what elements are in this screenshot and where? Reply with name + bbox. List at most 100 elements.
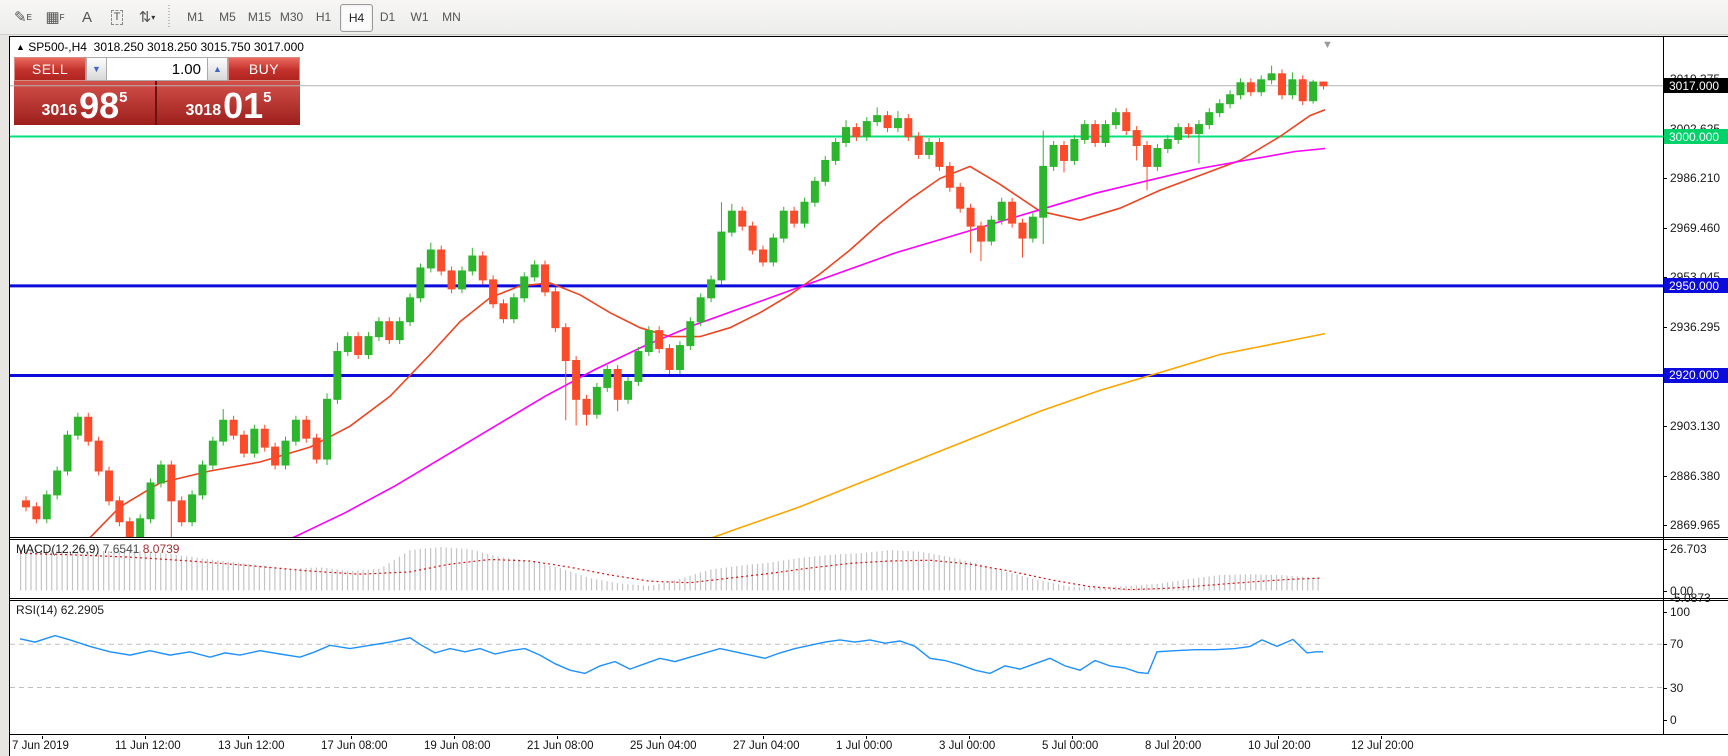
time-axis-label: 13 Jun 12:00 (218, 740, 285, 752)
time-axis-label: 10 Jul 20:00 (1248, 740, 1311, 752)
candle-body (116, 501, 123, 522)
candle-body (85, 417, 92, 441)
candle-body (1278, 74, 1285, 95)
candle-body (1050, 146, 1057, 167)
toolbar-grip[interactable] (168, 5, 173, 29)
candle-body (697, 298, 704, 322)
timeframe-button-h4[interactable]: H4 (340, 4, 373, 32)
candle-body (946, 166, 953, 187)
time-axis-label: 3 Jul 00:00 (939, 740, 995, 752)
time-axis-tick (969, 736, 970, 739)
candle-body (240, 435, 247, 453)
timeframe-button-m15[interactable]: M15 (244, 4, 275, 30)
candle-body (54, 471, 61, 495)
candle-body (365, 337, 372, 355)
candle-body (1258, 80, 1265, 92)
candle-body (1185, 128, 1192, 134)
candle-body (635, 352, 642, 382)
chart-window[interactable]: ▲ SP500-,H4 3018.250 3018.250 3015.750 3… (9, 36, 1728, 756)
time-axis-label: 17 Jun 08:00 (321, 740, 388, 752)
time-axis-label: 11 Jun 12:00 (115, 740, 181, 752)
candle-body (531, 265, 538, 277)
candle-body (1237, 83, 1244, 95)
time-axis-label: 1 Jul 00:00 (836, 740, 892, 752)
time-axis-tick (866, 736, 867, 739)
candle-body (1123, 113, 1130, 131)
timeframe-button-w1[interactable]: W1 (404, 4, 435, 30)
price-axis-label: 2986.210 (1670, 171, 1728, 185)
candle-body (625, 381, 632, 399)
candle-body (386, 322, 393, 340)
candle-body (64, 435, 71, 471)
candle-body (147, 483, 154, 519)
pane-separator[interactable] (10, 537, 1728, 538)
macd-pane[interactable] (10, 540, 1663, 598)
price-pane[interactable] (10, 38, 1663, 537)
candle-body (977, 226, 984, 241)
candle-body (1019, 223, 1026, 238)
timeframe-button-m30[interactable]: M30 (276, 4, 307, 30)
candle-body (1310, 82, 1317, 101)
rsi-axis-label: 30 (1670, 681, 1728, 695)
candle-body (552, 292, 559, 328)
grid-tool-icon[interactable]: ▦F (40, 4, 70, 30)
price-axis-label: 2969.460 (1670, 221, 1728, 235)
rsi-indicator-label: RSI(14) 62.2905 (16, 603, 104, 617)
text-box-tool-icon[interactable]: T (102, 4, 132, 30)
timeframe-button-mn[interactable]: MN (436, 4, 467, 30)
candle-body (230, 420, 237, 435)
time-axis-label: 21 Jun 08:00 (527, 740, 594, 752)
candle-body (189, 495, 196, 522)
candle-body (811, 181, 818, 202)
timeframe-button-d1[interactable]: D1 (372, 4, 403, 30)
candle-body (801, 202, 808, 223)
arrows-tool-icon[interactable]: ⇅▾ (132, 4, 162, 30)
timeframe-button-m5[interactable]: M5 (212, 4, 243, 30)
axis-tick (1663, 612, 1667, 613)
candle-body (282, 441, 289, 465)
candle-body (1112, 113, 1119, 125)
candle-body (728, 211, 735, 232)
rsi-pane[interactable] (10, 601, 1663, 734)
candle-body (708, 280, 715, 298)
macd-value-signal: 8.0739 (143, 542, 180, 556)
axis-tick (1663, 476, 1667, 477)
candle-body (645, 331, 652, 352)
candle-body (583, 399, 590, 414)
candle-body (427, 250, 434, 268)
price-badge-3000.000: 3000.000 (1664, 129, 1728, 144)
candle-body (1029, 217, 1036, 238)
candle-body (957, 187, 964, 208)
candle-body (95, 441, 102, 471)
candle-body (106, 471, 113, 501)
candle-body (344, 337, 351, 352)
candle-body (220, 420, 227, 441)
candle-body (905, 119, 912, 137)
candle-body (137, 519, 144, 537)
candle-body (894, 119, 901, 128)
expert-draw-tool-icon[interactable]: ✎E (8, 4, 38, 30)
time-axis-tick (454, 736, 455, 739)
axis-tick (1663, 720, 1667, 721)
candle-body (334, 352, 341, 400)
candle-body (915, 137, 922, 155)
text-label-tool-icon[interactable]: A (72, 4, 102, 30)
candle-body (749, 226, 756, 250)
timeframe-button-h1[interactable]: H1 (308, 4, 339, 30)
candle-body (209, 441, 216, 465)
candle-body (926, 143, 933, 155)
candle-body (168, 465, 175, 501)
candle-body (33, 507, 40, 519)
pane-separator[interactable] (10, 598, 1728, 599)
candle-body (718, 232, 725, 280)
candle-body (74, 417, 81, 435)
candle-body (687, 322, 694, 346)
candle-body (739, 211, 746, 226)
timeframe-button-m1[interactable]: M1 (180, 4, 211, 30)
candle-body (500, 304, 507, 319)
candle-body (490, 280, 497, 304)
time-axis-label: 7 Jun 2019 (12, 740, 69, 752)
candle-body (448, 271, 455, 289)
candle-body (1268, 74, 1275, 80)
axis-tick (1663, 327, 1667, 328)
